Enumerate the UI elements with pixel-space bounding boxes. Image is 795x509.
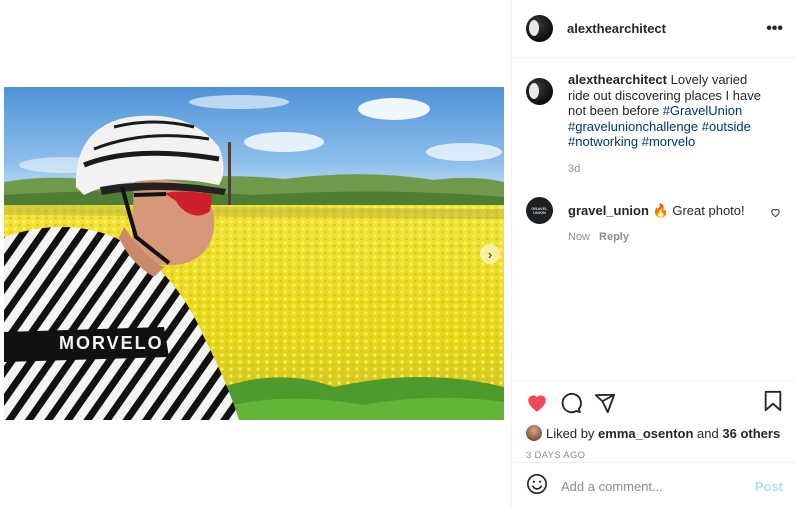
action-bar: [526, 390, 783, 417]
commenter-avatar[interactable]: GRAVEL UNION: [526, 197, 553, 224]
likes-others-link[interactable]: 36 others: [722, 426, 780, 441]
jersey-text: MORVELO: [59, 333, 164, 353]
caption-username[interactable]: alexthearchitect: [568, 72, 667, 87]
more-options-icon[interactable]: •••: [766, 20, 783, 38]
heart-filled-icon[interactable]: [526, 392, 548, 414]
comment-icon[interactable]: [560, 392, 582, 414]
comments-section: alexthearchitect Lovely varied ride out …: [512, 72, 795, 245]
comment-input[interactable]: [561, 478, 755, 494]
caption-text: alexthearchitect Lovely varied ride out …: [568, 72, 768, 150]
bookmark-icon[interactable]: [763, 390, 783, 417]
hashtag-link[interactable]: #morvelo: [642, 134, 695, 149]
smiley-icon[interactable]: [526, 473, 548, 500]
comment-text: Great photo!: [672, 203, 745, 218]
hashtag-link[interactable]: #GravelUnion: [663, 103, 743, 118]
comment-item: GRAVEL UNION gravel_union 🔥 Great photo!…: [526, 197, 781, 245]
commenter-username[interactable]: gravel_union: [568, 203, 649, 218]
hashtag-link[interactable]: #notworking: [568, 134, 638, 149]
cyclist-photo-illustration: MORVELO: [4, 87, 504, 420]
fire-emoji: 🔥: [652, 203, 669, 218]
hashtag-link[interactable]: #gravelunionchallenge: [568, 119, 698, 134]
likes-and: and: [697, 425, 719, 441]
liked-by-label: Liked by: [546, 425, 595, 441]
chevron-right-icon: ›: [487, 246, 493, 262]
commenter-avatar-text: GRAVEL UNION: [531, 205, 548, 215]
post-details-panel: alexthearchitect ••• alexthearchitect Lo…: [511, 0, 795, 509]
paper-plane-icon[interactable]: [594, 392, 616, 414]
post-date[interactable]: 3 DAYS AGO: [526, 450, 783, 461]
caption-comment: alexthearchitect Lovely varied ride out …: [526, 72, 781, 177]
author-username[interactable]: alexthearchitect: [567, 21, 766, 36]
liker-username[interactable]: emma_osenton: [598, 426, 693, 441]
reply-button[interactable]: Reply: [599, 231, 629, 243]
like-comment-heart-icon[interactable]: [770, 205, 781, 223]
post-media-area: MORVELO ›: [0, 0, 511, 509]
liker-avatar[interactable]: [526, 425, 542, 441]
caption-age[interactable]: 3d: [568, 162, 781, 178]
author-avatar[interactable]: [526, 15, 553, 42]
author-avatar[interactable]: [526, 78, 553, 105]
next-photo-button[interactable]: ›: [480, 244, 500, 264]
post-comment-button[interactable]: Post: [755, 479, 783, 494]
comment-meta: Now Reply: [568, 230, 762, 246]
likes-summary: Liked by emma_osenton and 36 others: [526, 425, 783, 441]
comment-time: Now: [568, 230, 591, 243]
add-comment-bar: Post: [512, 462, 795, 509]
post-header: alexthearchitect •••: [512, 0, 795, 58]
hashtag-link[interactable]: #outside: [702, 119, 751, 134]
post-photo[interactable]: MORVELO: [4, 87, 504, 420]
post-actions: Liked by emma_osenton and 36 others 3 DA…: [512, 380, 795, 461]
